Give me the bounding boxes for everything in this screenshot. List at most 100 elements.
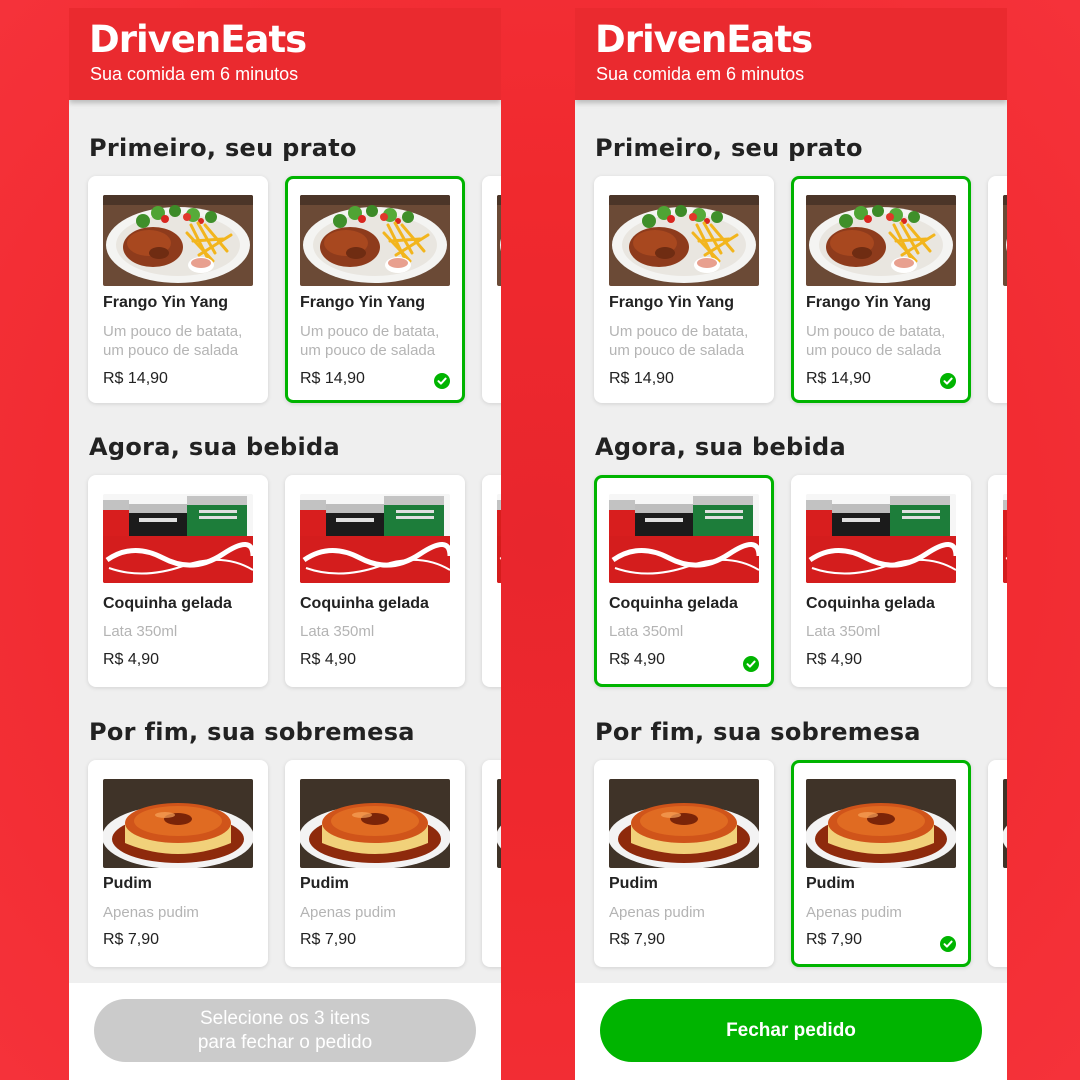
dish-card-partial[interactable] (988, 176, 1007, 403)
dish-price: R$ 14,90 (103, 370, 168, 387)
dish-image (497, 195, 501, 286)
dessert-card[interactable]: Pudim Apenas pudim R$ 7,90 (594, 760, 774, 967)
drink-name: Coquinha gelada (806, 595, 935, 612)
drink-image (103, 494, 253, 583)
drink-description: Lata 350ml (300, 623, 375, 640)
drink-image (806, 494, 956, 583)
dessert-image (103, 779, 253, 868)
section-title-drink: Agora, sua bebida (595, 433, 847, 461)
dessert-card-partial[interactable] (988, 760, 1007, 967)
dessert-card[interactable]: Pudim Apenas pudim R$ 7,90 (285, 760, 465, 967)
dish-image (300, 195, 450, 286)
check-circle-icon (940, 936, 956, 952)
drink-name: Coquinha gelada (103, 595, 232, 612)
dish-description: Um pouco de batata, um pouco de salada (300, 323, 440, 359)
section-title-dish: Primeiro, seu prato (89, 134, 357, 162)
dish-price: R$ 14,90 (300, 370, 365, 387)
dessert-image (1003, 779, 1007, 868)
dessert-image (300, 779, 450, 868)
close-order-button[interactable]: Fechar pedido (600, 999, 982, 1062)
drink-card-partial[interactable] (988, 475, 1007, 687)
dessert-card-selected[interactable]: Pudim Apenas pudim R$ 7,90 (791, 760, 971, 967)
drink-image (300, 494, 450, 583)
dessert-name: Pudim (806, 875, 855, 892)
dessert-carousel[interactable]: Pudim Apenas pudim R$ 7,90 Pudim Apenas … (69, 760, 501, 992)
dessert-description: Apenas pudim (806, 904, 902, 921)
dish-description: Um pouco de batata, um pouco de salada (103, 323, 243, 359)
button-label-line-1: Selecione os 3 itens (199, 1007, 371, 1029)
dessert-name: Pudim (300, 875, 349, 892)
dessert-price: R$ 7,90 (609, 931, 666, 948)
dessert-name: Pudim (609, 875, 658, 892)
drink-card-selected[interactable]: Coquinha gelada Lata 350ml R$ 4,90 (594, 475, 774, 687)
dish-card[interactable]: Frango Yin Yang Um pouco de batata, um p… (88, 176, 268, 403)
dish-image (609, 195, 759, 286)
drink-description: Lata 350ml (609, 623, 684, 640)
dish-image (1003, 195, 1007, 286)
app-tagline: Sua comida em 6 minutos (90, 64, 299, 84)
dessert-price: R$ 7,90 (806, 931, 863, 948)
dessert-carousel[interactable]: Pudim Apenas pudim R$ 7,90 Pudim Apenas … (575, 760, 1007, 992)
drink-card[interactable]: Coquinha gelada Lata 350ml R$ 4,90 (88, 475, 268, 687)
phone-screen-right: DrivenEats Sua comida em 6 minutos Prime… (575, 8, 1007, 1080)
dish-card-selected[interactable]: Frango Yin Yang Um pouco de batata, um p… (791, 176, 971, 403)
drink-name: Coquinha gelada (609, 595, 738, 612)
dessert-description: Apenas pudim (300, 904, 396, 921)
check-circle-icon (434, 373, 450, 389)
dish-image (103, 195, 253, 286)
dessert-description: Apenas pudim (609, 904, 705, 921)
dish-image (806, 195, 956, 286)
dessert-card[interactable]: Pudim Apenas pudim R$ 7,90 (88, 760, 268, 967)
dessert-price: R$ 7,90 (300, 931, 357, 948)
drink-description: Lata 350ml (103, 623, 178, 640)
dish-card[interactable]: Frango Yin Yang Um pouco de batata, um p… (594, 176, 774, 403)
dish-description: Um pouco de batata, um pouco de salada (609, 323, 749, 359)
top-bar: DrivenEats Sua comida em 6 minutos (69, 8, 501, 100)
dish-carousel[interactable]: Frango Yin Yang Um pouco de batata, um p… (69, 176, 501, 408)
drink-price: R$ 4,90 (609, 651, 666, 668)
drink-carousel[interactable]: Coquinha gelada Lata 350ml R$ 4,90 Coqui… (69, 475, 501, 707)
drink-price: R$ 4,90 (103, 651, 160, 668)
phone-screen-left: DrivenEats Sua comida em 6 minutos Prime… (69, 8, 501, 1080)
dessert-card-partial[interactable] (482, 760, 501, 967)
drink-description: Lata 350ml (806, 623, 881, 640)
drink-image (609, 494, 759, 583)
bottom-bar: Selecione os 3 itens para fechar o pedid… (69, 983, 501, 1080)
drink-name: Coquinha gelada (300, 595, 429, 612)
top-bar: DrivenEats Sua comida em 6 minutos (575, 8, 1007, 100)
dessert-name: Pudim (103, 875, 152, 892)
dish-name: Frango Yin Yang (103, 294, 229, 311)
drink-carousel[interactable]: Coquinha gelada Lata 350ml R$ 4,90 Coqui… (575, 475, 1007, 707)
check-circle-icon (940, 373, 956, 389)
dish-price: R$ 14,90 (609, 370, 674, 387)
app-logo: DrivenEats (89, 18, 307, 61)
drink-price: R$ 4,90 (300, 651, 357, 668)
drink-image (497, 494, 501, 583)
dessert-description: Apenas pudim (103, 904, 199, 921)
dessert-image (609, 779, 759, 868)
dessert-image (806, 779, 956, 868)
dish-name: Frango Yin Yang (300, 294, 426, 311)
dish-name: Frango Yin Yang (806, 294, 932, 311)
dessert-price: R$ 7,90 (103, 931, 160, 948)
dessert-image (497, 779, 501, 868)
drink-card[interactable]: Coquinha gelada Lata 350ml R$ 4,90 (791, 475, 971, 687)
dish-price: R$ 14,90 (806, 370, 871, 387)
button-label-line-2: para fechar o pedido (197, 1031, 373, 1053)
drink-card[interactable]: Coquinha gelada Lata 350ml R$ 4,90 (285, 475, 465, 687)
bottom-bar: Fechar pedido (575, 983, 1007, 1080)
app-tagline: Sua comida em 6 minutos (596, 64, 805, 84)
drink-card-partial[interactable] (482, 475, 501, 687)
dish-card-partial[interactable] (482, 176, 501, 403)
dish-carousel[interactable]: Frango Yin Yang Um pouco de batata, um p… (575, 176, 1007, 408)
section-title-dish: Primeiro, seu prato (595, 134, 863, 162)
dish-card-selected[interactable]: Frango Yin Yang Um pouco de batata, um p… (285, 176, 465, 403)
section-title-dessert: Por fim, sua sobremesa (89, 718, 415, 746)
dish-description: Um pouco de batata, um pouco de salada (806, 323, 946, 359)
drink-price: R$ 4,90 (806, 651, 863, 668)
app-logo: DrivenEats (595, 18, 813, 61)
check-circle-icon (743, 656, 759, 672)
dish-name: Frango Yin Yang (609, 294, 735, 311)
close-order-button-disabled[interactable]: Selecione os 3 itens para fechar o pedid… (94, 999, 476, 1062)
drink-image (1003, 494, 1007, 583)
